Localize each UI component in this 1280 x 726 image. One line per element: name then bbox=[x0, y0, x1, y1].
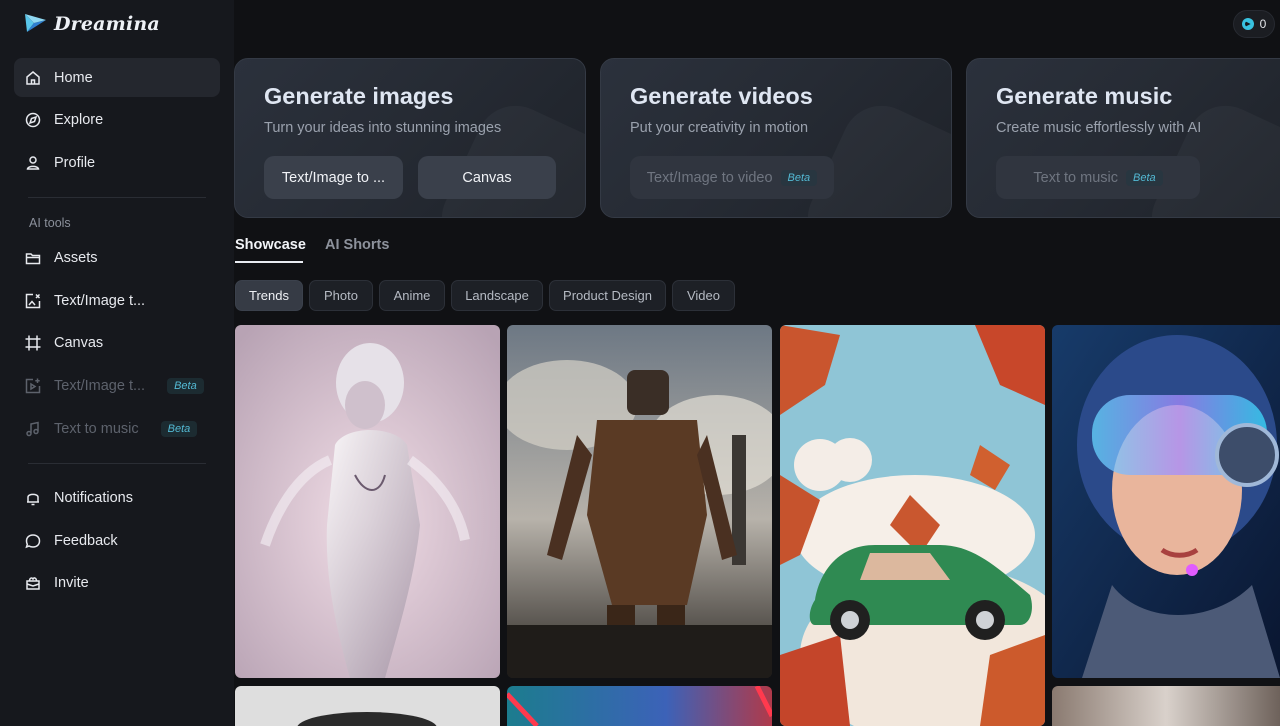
blurred-scene-image bbox=[1052, 686, 1280, 726]
sidebar-item-text-to-music[interactable]: Text to music Beta bbox=[14, 409, 220, 448]
cyber-girl-image bbox=[1052, 325, 1280, 678]
folder-icon bbox=[24, 249, 42, 267]
gallery-tile-glass-figure[interactable] bbox=[235, 325, 500, 678]
video-icon bbox=[24, 377, 42, 395]
neon-frame-image bbox=[507, 686, 772, 726]
compass-icon bbox=[24, 111, 42, 129]
sidebar-divider bbox=[28, 197, 206, 198]
button-label: Canvas bbox=[462, 169, 512, 186]
card-subtitle: Put your creativity in motion bbox=[630, 120, 809, 136]
filter-chip-anime[interactable]: Anime bbox=[379, 280, 445, 311]
sidebar-item-label: Home bbox=[54, 69, 93, 86]
sidebar-item-invite[interactable]: Invite bbox=[14, 563, 220, 602]
sidebar-item-label: Text to music bbox=[54, 420, 139, 437]
home-icon bbox=[24, 69, 42, 87]
sidebar-item-assets[interactable]: Assets bbox=[14, 238, 220, 277]
green-car-leaves-image bbox=[780, 325, 1045, 726]
logo[interactable]: Dreamina bbox=[22, 8, 160, 40]
text-image-to-video-button[interactable]: Text/Image to video Beta bbox=[630, 156, 834, 199]
sidebar-item-label: Canvas bbox=[54, 334, 104, 351]
beta-badge: Beta bbox=[780, 169, 818, 186]
gallery-tile-cyber-girl[interactable] bbox=[1052, 325, 1280, 678]
filter-chip-product-design[interactable]: Product Design bbox=[549, 280, 666, 311]
canvas-icon bbox=[24, 334, 42, 352]
sidebar-item-explore[interactable]: Explore bbox=[14, 100, 220, 139]
logo-text: Dreamina bbox=[54, 13, 160, 35]
sidebar-item-text-image[interactable]: Text/Image t... bbox=[14, 281, 220, 320]
beta-badge: Beta bbox=[160, 420, 198, 437]
filter-chip-landscape[interactable]: Landscape bbox=[451, 280, 543, 311]
music-icon bbox=[24, 420, 42, 438]
sidebar-item-label: Invite bbox=[54, 574, 89, 591]
gallery-tile-steampunk-robot[interactable] bbox=[507, 325, 772, 678]
ai-tools-heading: AI tools bbox=[29, 216, 71, 230]
gallery-tile-green-car-leaves[interactable] bbox=[780, 325, 1045, 726]
glass-figure-image bbox=[235, 325, 500, 678]
sidebar-item-label: Notifications bbox=[54, 489, 133, 506]
gallery-tile-dome-object[interactable] bbox=[235, 686, 500, 726]
sidebar-item-label: Text/Image t... bbox=[54, 292, 146, 309]
credit-icon bbox=[1241, 18, 1254, 30]
image-edit-icon bbox=[24, 292, 42, 310]
user-icon bbox=[24, 154, 42, 172]
sidebar-item-label: Assets bbox=[54, 249, 98, 266]
canvas-button[interactable]: Canvas bbox=[418, 156, 556, 199]
sidebar-item-text-image-video[interactable]: Text/Image t... Beta bbox=[14, 366, 220, 405]
active-tab-indicator bbox=[235, 261, 303, 263]
sidebar-item-feedback[interactable]: Feedback bbox=[14, 521, 220, 560]
app-root: Dreamina Home Explore Profile AI tools A… bbox=[0, 0, 1280, 726]
card-subtitle: Create music effortlessly with AI bbox=[996, 120, 1202, 136]
filter-chip-video[interactable]: Video bbox=[672, 280, 735, 311]
tab-showcase[interactable]: Showcase bbox=[235, 237, 306, 253]
filter-chip-trends[interactable]: Trends bbox=[235, 280, 303, 311]
sidebar-item-canvas[interactable]: Canvas bbox=[14, 323, 220, 362]
button-label: Text/Image to video bbox=[646, 169, 773, 186]
dreamina-logo-icon bbox=[25, 14, 46, 32]
bell-icon bbox=[24, 489, 42, 507]
text-image-to-image-button[interactable]: Text/Image to ... bbox=[264, 156, 403, 199]
sidebar-item-label: Profile bbox=[54, 154, 96, 171]
generate-images-card: Generate images Turn your ideas into stu… bbox=[234, 58, 586, 218]
gift-icon bbox=[24, 574, 42, 592]
text-to-music-button[interactable]: Text to music Beta bbox=[996, 156, 1200, 199]
sidebar-item-label: Feedback bbox=[54, 532, 118, 549]
card-subtitle: Turn your ideas into stunning images bbox=[264, 120, 502, 136]
gallery-tile-neon-frame[interactable] bbox=[507, 686, 772, 726]
dome-object-image bbox=[235, 686, 500, 726]
feedback-icon bbox=[24, 532, 42, 550]
button-label: Text/Image to ... bbox=[281, 169, 386, 186]
sidebar-item-profile[interactable]: Profile bbox=[14, 143, 220, 182]
generate-music-card: Generate music Create music effortlessly… bbox=[966, 58, 1280, 218]
sidebar-divider bbox=[28, 463, 206, 464]
credits-count: 0 bbox=[1259, 17, 1267, 31]
beta-badge: Beta bbox=[1125, 169, 1163, 186]
generate-videos-card: Generate videos Put your creativity in m… bbox=[600, 58, 952, 218]
card-title: Generate images bbox=[264, 83, 454, 109]
sidebar-item-notifications[interactable]: Notifications bbox=[14, 478, 220, 517]
sidebar-item-label: Explore bbox=[54, 111, 104, 128]
card-title: Generate music bbox=[996, 83, 1173, 109]
button-label: Text to music bbox=[1033, 169, 1118, 186]
sidebar-item-label: Text/Image t... bbox=[54, 377, 146, 394]
sidebar: Dreamina Home Explore Profile AI tools A… bbox=[0, 0, 234, 726]
tab-ai-shorts[interactable]: AI Shorts bbox=[325, 237, 389, 253]
credits-button[interactable]: 0 bbox=[1233, 10, 1275, 38]
filter-chip-photo[interactable]: Photo bbox=[309, 280, 373, 311]
beta-badge: Beta bbox=[167, 377, 204, 394]
steampunk-robot-image bbox=[507, 325, 772, 678]
sidebar-item-home[interactable]: Home bbox=[14, 58, 220, 97]
card-title: Generate videos bbox=[630, 83, 813, 109]
gallery-tile-blurred-scene[interactable] bbox=[1052, 686, 1280, 726]
